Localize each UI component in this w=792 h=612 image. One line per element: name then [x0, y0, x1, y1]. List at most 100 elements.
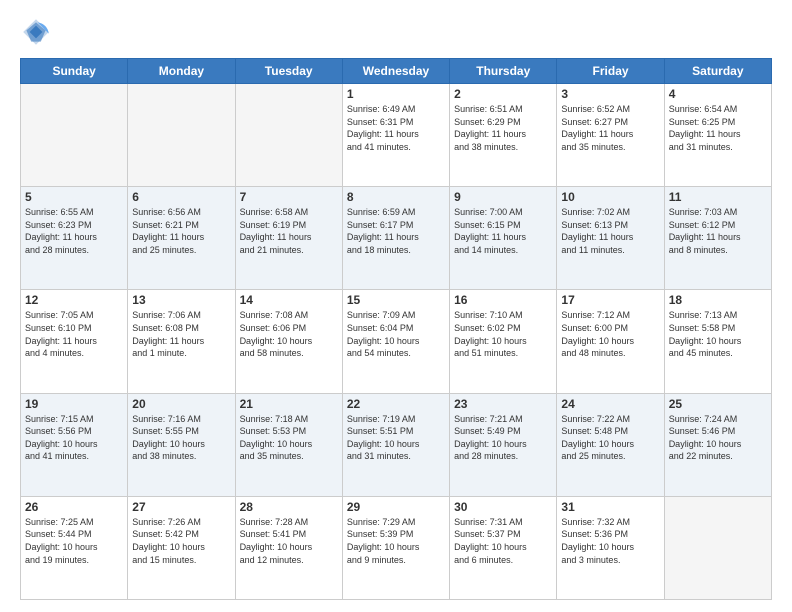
calendar-cell: 29 Sunrise: 7:29 AM Sunset: 5:39 PM Dayli…	[342, 496, 449, 599]
calendar-cell: 28 Sunrise: 7:28 AM Sunset: 5:41 PM Dayli…	[235, 496, 342, 599]
calendar-week-row: 1Sunrise: 6:49 AM Sunset: 6:31 PM Daylig…	[21, 84, 772, 187]
calendar-cell: 2Sunrise: 6:51 AM Sunset: 6:29 PM Daylig…	[450, 84, 557, 187]
calendar-cell: 18Sunrise: 7:13 AM Sunset: 5:58 PM Dayli…	[664, 290, 771, 393]
day-number: 16	[454, 293, 552, 307]
day-info: Sunrise: 6:52 AM Sunset: 6:27 PM Dayligh…	[561, 103, 659, 153]
day-number: 3	[561, 87, 659, 101]
day-info: Sunrise: 6:59 AM Sunset: 6:17 PM Dayligh…	[347, 206, 445, 256]
day-info: Sunrise: 7:15 AM Sunset: 5:56 PM Dayligh…	[25, 413, 123, 463]
day-info: Sunrise: 7:02 AM Sunset: 6:13 PM Dayligh…	[561, 206, 659, 256]
header	[20, 16, 772, 48]
calendar-cell: 6 Sunrise: 6:56 AM Sunset: 6:21 PM Daylig…	[128, 187, 235, 290]
calendar-cell: 17Sunrise: 7:12 AM Sunset: 6:00 PM Dayli…	[557, 290, 664, 393]
calendar-week-row: 12 Sunrise: 7:05 AM Sunset: 6:10 PM Dayli…	[21, 290, 772, 393]
calendar-cell: 19 Sunrise: 7:15 AM Sunset: 5:56 PM Dayli…	[21, 393, 128, 496]
weekday-header-saturday: Saturday	[664, 59, 771, 84]
day-info: Sunrise: 7:29 AM Sunset: 5:39 PM Dayligh…	[347, 516, 445, 566]
day-info: Sunrise: 7:12 AM Sunset: 6:00 PM Dayligh…	[561, 309, 659, 359]
day-info: Sunrise: 7:00 AM Sunset: 6:15 PM Dayligh…	[454, 206, 552, 256]
calendar-cell: 11 Sunrise: 7:03 AM Sunset: 6:12 PM Dayli…	[664, 187, 771, 290]
day-number: 11	[669, 190, 767, 204]
day-info: Sunrise: 7:25 AM Sunset: 5:44 PM Dayligh…	[25, 516, 123, 566]
page: SundayMondayTuesdayWednesdayThursdayFrid…	[0, 0, 792, 612]
day-info: Sunrise: 7:16 AM Sunset: 5:55 PM Dayligh…	[132, 413, 230, 463]
calendar-cell: 5 Sunrise: 6:55 AM Sunset: 6:23 PM Daylig…	[21, 187, 128, 290]
day-info: Sunrise: 7:13 AM Sunset: 5:58 PM Dayligh…	[669, 309, 767, 359]
weekday-header-sunday: Sunday	[21, 59, 128, 84]
day-info: Sunrise: 7:19 AM Sunset: 5:51 PM Dayligh…	[347, 413, 445, 463]
logo-icon	[20, 16, 52, 48]
calendar-cell: 21 Sunrise: 7:18 AM Sunset: 5:53 PM Dayli…	[235, 393, 342, 496]
weekday-header-friday: Friday	[557, 59, 664, 84]
day-info: Sunrise: 6:54 AM Sunset: 6:25 PM Dayligh…	[669, 103, 767, 153]
day-info: Sunrise: 7:08 AM Sunset: 6:06 PM Dayligh…	[240, 309, 338, 359]
calendar-cell	[664, 496, 771, 599]
calendar-cell: 1Sunrise: 6:49 AM Sunset: 6:31 PM Daylig…	[342, 84, 449, 187]
day-number: 19	[25, 397, 123, 411]
weekday-header-row: SundayMondayTuesdayWednesdayThursdayFrid…	[21, 59, 772, 84]
day-info: Sunrise: 7:06 AM Sunset: 6:08 PM Dayligh…	[132, 309, 230, 359]
calendar: SundayMondayTuesdayWednesdayThursdayFrid…	[20, 58, 772, 600]
calendar-cell: 8Sunrise: 6:59 AM Sunset: 6:17 PM Daylig…	[342, 187, 449, 290]
calendar-cell: 15 Sunrise: 7:09 AM Sunset: 6:04 PM Dayli…	[342, 290, 449, 393]
day-info: Sunrise: 6:56 AM Sunset: 6:21 PM Dayligh…	[132, 206, 230, 256]
day-number: 27	[132, 500, 230, 514]
day-info: Sunrise: 7:03 AM Sunset: 6:12 PM Dayligh…	[669, 206, 767, 256]
day-number: 21	[240, 397, 338, 411]
calendar-cell	[128, 84, 235, 187]
calendar-cell: 3 Sunrise: 6:52 AM Sunset: 6:27 PM Daylig…	[557, 84, 664, 187]
logo	[20, 16, 56, 48]
day-number: 25	[669, 397, 767, 411]
day-number: 4	[669, 87, 767, 101]
weekday-header-thursday: Thursday	[450, 59, 557, 84]
day-info: Sunrise: 7:21 AM Sunset: 5:49 PM Dayligh…	[454, 413, 552, 463]
calendar-cell: 31Sunrise: 7:32 AM Sunset: 5:36 PM Dayli…	[557, 496, 664, 599]
day-info: Sunrise: 7:28 AM Sunset: 5:41 PM Dayligh…	[240, 516, 338, 566]
day-number: 29	[347, 500, 445, 514]
calendar-cell: 7 Sunrise: 6:58 AM Sunset: 6:19 PM Daylig…	[235, 187, 342, 290]
day-info: Sunrise: 6:58 AM Sunset: 6:19 PM Dayligh…	[240, 206, 338, 256]
calendar-cell: 23 Sunrise: 7:21 AM Sunset: 5:49 PM Dayli…	[450, 393, 557, 496]
day-info: Sunrise: 7:09 AM Sunset: 6:04 PM Dayligh…	[347, 309, 445, 359]
day-info: Sunrise: 7:05 AM Sunset: 6:10 PM Dayligh…	[25, 309, 123, 359]
day-info: Sunrise: 7:31 AM Sunset: 5:37 PM Dayligh…	[454, 516, 552, 566]
day-number: 24	[561, 397, 659, 411]
calendar-cell	[21, 84, 128, 187]
day-number: 23	[454, 397, 552, 411]
day-number: 14	[240, 293, 338, 307]
day-info: Sunrise: 7:10 AM Sunset: 6:02 PM Dayligh…	[454, 309, 552, 359]
calendar-cell: 27Sunrise: 7:26 AM Sunset: 5:42 PM Dayli…	[128, 496, 235, 599]
calendar-cell: 9 Sunrise: 7:00 AM Sunset: 6:15 PM Daylig…	[450, 187, 557, 290]
day-info: Sunrise: 7:22 AM Sunset: 5:48 PM Dayligh…	[561, 413, 659, 463]
day-number: 10	[561, 190, 659, 204]
calendar-cell: 14 Sunrise: 7:08 AM Sunset: 6:06 PM Dayli…	[235, 290, 342, 393]
calendar-week-row: 5 Sunrise: 6:55 AM Sunset: 6:23 PM Daylig…	[21, 187, 772, 290]
day-number: 22	[347, 397, 445, 411]
calendar-cell: 22 Sunrise: 7:19 AM Sunset: 5:51 PM Dayli…	[342, 393, 449, 496]
weekday-header-tuesday: Tuesday	[235, 59, 342, 84]
calendar-cell: 25Sunrise: 7:24 AM Sunset: 5:46 PM Dayli…	[664, 393, 771, 496]
calendar-cell	[235, 84, 342, 187]
day-number: 12	[25, 293, 123, 307]
calendar-cell: 30 Sunrise: 7:31 AM Sunset: 5:37 PM Dayli…	[450, 496, 557, 599]
day-number: 9	[454, 190, 552, 204]
day-number: 30	[454, 500, 552, 514]
day-number: 6	[132, 190, 230, 204]
day-number: 20	[132, 397, 230, 411]
day-number: 7	[240, 190, 338, 204]
day-info: Sunrise: 6:55 AM Sunset: 6:23 PM Dayligh…	[25, 206, 123, 256]
calendar-week-row: 19 Sunrise: 7:15 AM Sunset: 5:56 PM Dayli…	[21, 393, 772, 496]
day-number: 28	[240, 500, 338, 514]
day-number: 5	[25, 190, 123, 204]
calendar-cell: 24 Sunrise: 7:22 AM Sunset: 5:48 PM Dayli…	[557, 393, 664, 496]
day-info: Sunrise: 7:18 AM Sunset: 5:53 PM Dayligh…	[240, 413, 338, 463]
weekday-header-monday: Monday	[128, 59, 235, 84]
calendar-cell: 20 Sunrise: 7:16 AM Sunset: 5:55 PM Dayli…	[128, 393, 235, 496]
day-info: Sunrise: 7:32 AM Sunset: 5:36 PM Dayligh…	[561, 516, 659, 566]
day-number: 13	[132, 293, 230, 307]
calendar-cell: 12 Sunrise: 7:05 AM Sunset: 6:10 PM Dayli…	[21, 290, 128, 393]
day-info: Sunrise: 6:51 AM Sunset: 6:29 PM Dayligh…	[454, 103, 552, 153]
calendar-cell: 13 Sunrise: 7:06 AM Sunset: 6:08 PM Dayli…	[128, 290, 235, 393]
calendar-cell: 16 Sunrise: 7:10 AM Sunset: 6:02 PM Dayli…	[450, 290, 557, 393]
day-number: 15	[347, 293, 445, 307]
